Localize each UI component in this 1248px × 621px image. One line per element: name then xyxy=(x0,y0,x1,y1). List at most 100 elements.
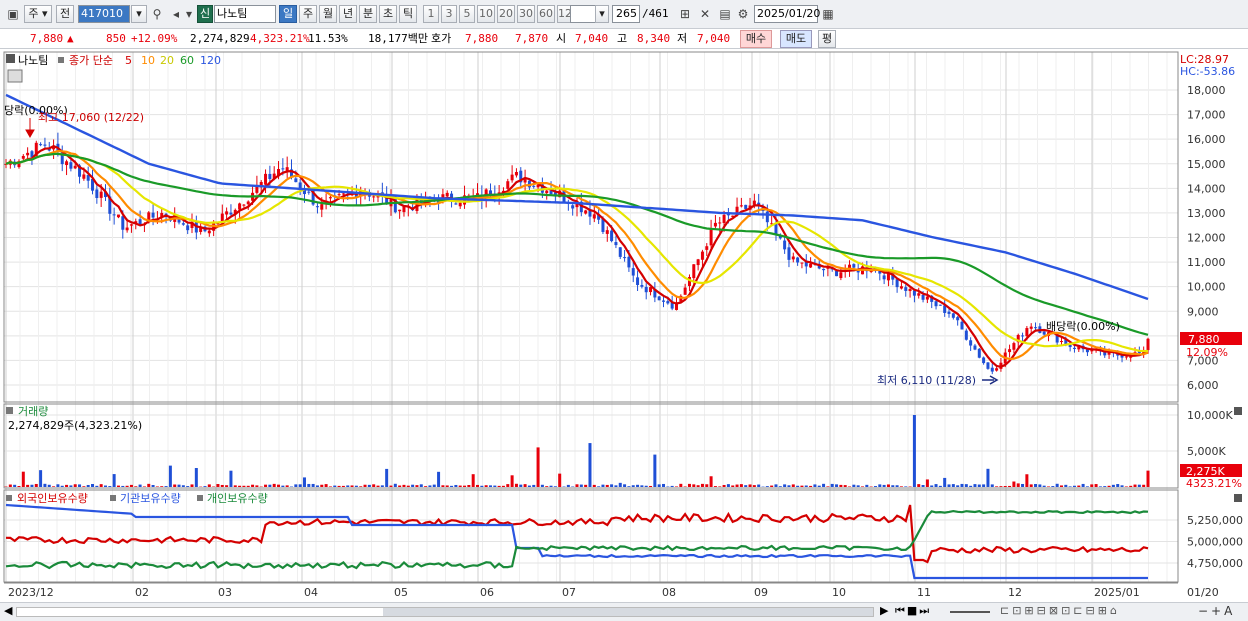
zoom-slider[interactable] xyxy=(950,611,990,613)
volume-bar xyxy=(977,484,981,487)
period-button-1[interactable]: 주 xyxy=(299,5,317,23)
price-chart[interactable]: 18,000 17,000 16,000 15,000 14,000 13,000 12,0… xyxy=(0,50,1248,602)
view-tool-icons[interactable]: ⊏⊡⊞⊟⊠⊡⊏⊟⊞⌂ xyxy=(1000,604,1120,617)
candle-body xyxy=(238,203,242,210)
holdings-legend-institution: 기관보유수량 xyxy=(120,492,181,505)
ma-legend-5: 5 xyxy=(125,54,132,67)
period-button-3[interactable]: 년 xyxy=(339,5,357,23)
count-input[interactable]: 265 xyxy=(612,5,640,23)
stock-code-input[interactable]: 417010 xyxy=(78,5,130,23)
period-button-2[interactable]: 월 xyxy=(319,5,337,23)
playback-controls[interactable]: ⏮■⏭ xyxy=(895,604,931,618)
volume-bar xyxy=(610,484,614,487)
scroll-left-icon[interactable]: ◀ xyxy=(4,604,12,617)
annotation-dividend: 배당락(0.00%) xyxy=(1046,320,1120,333)
volume-bar xyxy=(1025,474,1029,487)
volume-bar xyxy=(960,483,964,487)
layout-icon[interactable]: ▣ xyxy=(4,5,22,23)
volume-bar xyxy=(419,484,423,487)
interval-button-3[interactable]: 3 xyxy=(441,5,457,23)
volume-bar xyxy=(527,485,531,487)
volume-bar xyxy=(653,454,657,487)
turnover-rate: 11.53% xyxy=(308,32,348,45)
volume-bar xyxy=(480,485,484,487)
volume-bar xyxy=(930,485,934,487)
date-input[interactable]: 2025/01/20 xyxy=(754,5,820,23)
period-button-5[interactable]: 초 xyxy=(379,5,397,23)
volume-bar xyxy=(476,484,480,487)
volume-bar xyxy=(951,484,955,487)
volume-bar xyxy=(532,484,536,487)
holdings-tick-label: 4,750,000 xyxy=(1187,557,1243,570)
interval-button-10[interactable]: 10 xyxy=(477,5,495,23)
table-icon[interactable] xyxy=(7,69,23,83)
bottom-toolbar: ◀ ▶ ⏮■⏭ ⊏⊡⊞⊟⊠⊡⊏⊟⊞⌂ −+A xyxy=(0,602,1248,621)
volume-bar xyxy=(380,485,384,487)
volume-bar xyxy=(722,484,726,487)
volume-bar xyxy=(1107,485,1111,487)
volume-bar xyxy=(372,484,376,487)
period-button-0[interactable]: 일 xyxy=(279,5,297,23)
speaker-dropdown-icon[interactable]: ▾ xyxy=(184,5,194,23)
candle-body xyxy=(938,304,942,306)
candle-body xyxy=(925,296,929,300)
buy-button[interactable]: 매수 xyxy=(740,30,772,48)
volume-bar xyxy=(142,486,146,487)
x-axis-label: 2025/01 xyxy=(1094,586,1140,599)
interval-button-30[interactable]: 30 xyxy=(517,5,535,23)
scroll-right-icon[interactable]: ▶ xyxy=(880,604,888,617)
volume-bar xyxy=(277,484,281,487)
stock-name-field[interactable]: 나노팀 xyxy=(214,5,276,23)
volume-bar xyxy=(99,484,103,487)
interval-button-20[interactable]: 20 xyxy=(497,5,515,23)
holdings-panel-close-icon[interactable] xyxy=(1234,494,1242,502)
prev-button[interactable]: 전 xyxy=(56,5,74,23)
price-tick-label: 12,000 xyxy=(1187,232,1226,245)
save-icon[interactable]: ▤ xyxy=(716,5,734,23)
volume-bar xyxy=(843,485,847,487)
interval-button-1[interactable]: 1 xyxy=(423,5,439,23)
volume-bar xyxy=(886,484,890,487)
eval-button[interactable]: 평 xyxy=(818,30,836,48)
holdings-legend-marker-1 xyxy=(6,495,12,501)
gear-icon[interactable]: ⚙ xyxy=(734,5,752,23)
period-button-6[interactable]: 틱 xyxy=(399,5,417,23)
volume-bar xyxy=(1133,484,1137,487)
panel-menu-icon[interactable] xyxy=(6,54,15,63)
volume-bar xyxy=(229,470,233,487)
interval-button-60[interactable]: 60 xyxy=(537,5,555,23)
zoom-controls[interactable]: −+A xyxy=(1198,604,1235,618)
sell-button[interactable]: 매도 xyxy=(780,30,812,48)
search-icon[interactable]: ⚲ xyxy=(148,5,166,23)
volume-bar xyxy=(519,484,523,487)
period-button-4[interactable]: 분 xyxy=(359,5,377,23)
candle-body xyxy=(614,242,618,246)
grid-icon[interactable]: ⊞ xyxy=(676,5,694,23)
ma-legend-20: 20 xyxy=(160,54,174,67)
x-axis-label: 2023/12 xyxy=(8,586,54,599)
volume-panel-close-icon[interactable] xyxy=(1234,407,1242,415)
crosshair-icon[interactable]: ✕ xyxy=(696,5,714,23)
calendar-icon[interactable]: ▦ xyxy=(819,5,837,23)
volume-bar xyxy=(415,485,419,487)
horizontal-scrollbar[interactable] xyxy=(16,607,874,617)
candle-body xyxy=(982,357,986,364)
interval-dropdown-button[interactable]: ▾ xyxy=(595,5,609,23)
speaker-icon[interactable]: ◂ xyxy=(167,5,185,23)
last-pct-tag-text: 12.09% xyxy=(1186,346,1228,359)
candle-body xyxy=(934,301,938,307)
candle-body xyxy=(73,165,77,169)
scrollbar-thumb[interactable] xyxy=(383,608,873,616)
chart-type-button[interactable]: 주 ▾ xyxy=(24,5,52,23)
x-axis-label: 03 xyxy=(218,586,232,599)
volume-bar xyxy=(623,484,627,487)
candle-body xyxy=(912,290,916,296)
change-arrow: ▲ xyxy=(67,32,74,45)
code-dropdown-button[interactable]: ▾ xyxy=(131,5,147,23)
volume-bar xyxy=(302,477,306,487)
interval-button-5[interactable]: 5 xyxy=(459,5,475,23)
candle-body xyxy=(181,223,185,225)
holdings-tick-label: 5,000,000 xyxy=(1187,536,1243,549)
x-axis-corner-label: 01/20 xyxy=(1187,586,1219,599)
candle-body xyxy=(220,213,224,222)
